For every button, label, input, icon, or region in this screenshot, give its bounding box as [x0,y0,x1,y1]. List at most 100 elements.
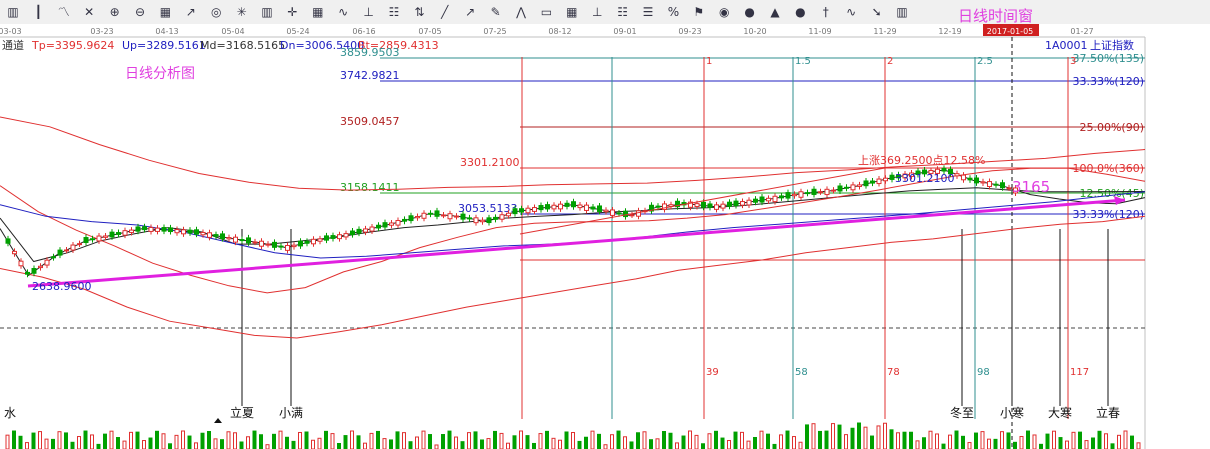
gold-coin-icon[interactable]: ◉ [715,3,733,21]
volume-bar [980,431,985,449]
trend-low-label: 2638.9600 [32,280,92,293]
chart-area[interactable]: 03-03 03-23 04-13 05-04 05-24 06-16 07-05 07-25… [0,24,1210,449]
volume-bar [974,432,978,449]
candle-body [285,244,290,251]
price-level-label: 37.50%(135) [1072,52,1144,65]
volume-bar [278,430,283,449]
draw-line-icon[interactable]: ╱ [436,3,454,21]
candle-body [798,191,804,198]
target-icon[interactable]: ◎ [207,3,225,21]
volume-bar [876,425,881,449]
candle-body [714,204,719,210]
volume-bar [1078,431,1082,449]
coin-icon[interactable]: ● [741,3,759,21]
candle-body [181,229,186,235]
zoom-out-icon[interactable]: ⊖ [131,3,149,21]
table-icon[interactable]: ☷ [385,3,403,21]
candle-body [304,240,310,244]
candle-body [551,204,557,210]
zigzag-icon[interactable]: ⋀ [512,3,530,21]
price-scale-icon[interactable]: ⇅ [410,3,428,21]
candle-body [213,234,219,237]
candle-body [473,217,479,224]
candle-body [168,227,173,233]
split-icon[interactable]: ⊥ [360,3,378,21]
candle-body [369,226,375,232]
candle-body [382,222,388,228]
volume-bar [519,430,523,449]
box-icon[interactable]: ▭ [537,3,555,21]
bar-chart-icon[interactable]: ▥ [4,3,22,21]
candle-body [5,238,11,244]
candle-body [31,268,37,274]
grid-icon[interactable]: ▦ [563,3,581,21]
candle-body [662,203,667,211]
candle-body [519,208,524,213]
list-icon[interactable]: ☰ [639,3,657,21]
fan-icon[interactable]: ↗ [461,3,479,21]
price-level-value: 3301.2100 [460,156,520,169]
candle-body [200,231,206,236]
cross-icon[interactable]: ✕ [80,3,98,21]
volume-bar [207,431,211,449]
table-icon[interactable]: ☷ [614,3,632,21]
candle-icon[interactable]: ┃ [29,3,47,21]
zoom-in-icon[interactable]: ⊕ [106,3,124,21]
volume-bar [863,426,868,449]
split-icon[interactable]: ⊥ [588,3,606,21]
candle-body [207,232,212,238]
candle-body [298,240,303,247]
volume-bar [818,430,822,449]
coin-icon[interactable]: ● [791,3,809,21]
flag-icon[interactable]: ⚑ [690,3,708,21]
candle-body [122,230,128,236]
volume-bar [246,436,250,449]
snowflake-icon[interactable]: ✳ [233,3,251,21]
volume-bar [194,442,198,449]
volume-bar [311,439,315,449]
candle-body [174,229,180,234]
candle-body [779,195,784,199]
fan-icon[interactable]: ↗ [182,3,200,21]
bar-chart-icon[interactable]: ▥ [258,3,276,21]
pencil-icon[interactable]: ✎ [487,3,505,21]
wave-icon[interactable]: ∿ [842,3,860,21]
volume-bar [642,431,647,449]
marker-icon[interactable]: ▲ [766,3,784,21]
candle-body [538,205,544,211]
volume-bar [317,437,322,449]
candle-body [109,231,115,238]
candle-body [148,227,154,232]
volume-bar [779,434,783,449]
pin-icon[interactable]: † [817,3,835,21]
line-icon[interactable]: 〽 [55,3,73,21]
bar-chart-icon[interactable]: ▥ [893,3,911,21]
crosshair-icon[interactable]: ✛ [283,3,301,21]
volume-bar [421,430,426,449]
volume-bar [415,436,419,449]
volume-bar [857,422,861,449]
volume-bar [376,430,380,449]
grid-icon[interactable]: ▦ [309,3,327,21]
grid-icon[interactable]: ▦ [156,3,174,21]
candle-body [317,238,323,242]
wave-icon[interactable]: ∿ [334,3,352,21]
volume-bar [746,440,751,449]
volume-bar [1032,434,1037,449]
candle-body [70,244,76,251]
price-level-label: 100.0%(360) [1072,162,1144,175]
volume-bar [51,438,55,449]
candle-body [941,167,947,172]
volume-bar [623,436,627,449]
volume-bar [1117,434,1121,449]
percent-icon[interactable]: % [664,3,682,21]
volume-bar [142,440,146,449]
volume-bar [792,436,796,449]
volume-bar [96,443,101,449]
volume-bar [44,438,49,449]
volume-bar [1013,441,1017,449]
candle-body [454,215,459,218]
candle-body [629,214,635,217]
arrow-icon[interactable]: ➘ [868,3,886,21]
volume-bar [701,443,705,449]
